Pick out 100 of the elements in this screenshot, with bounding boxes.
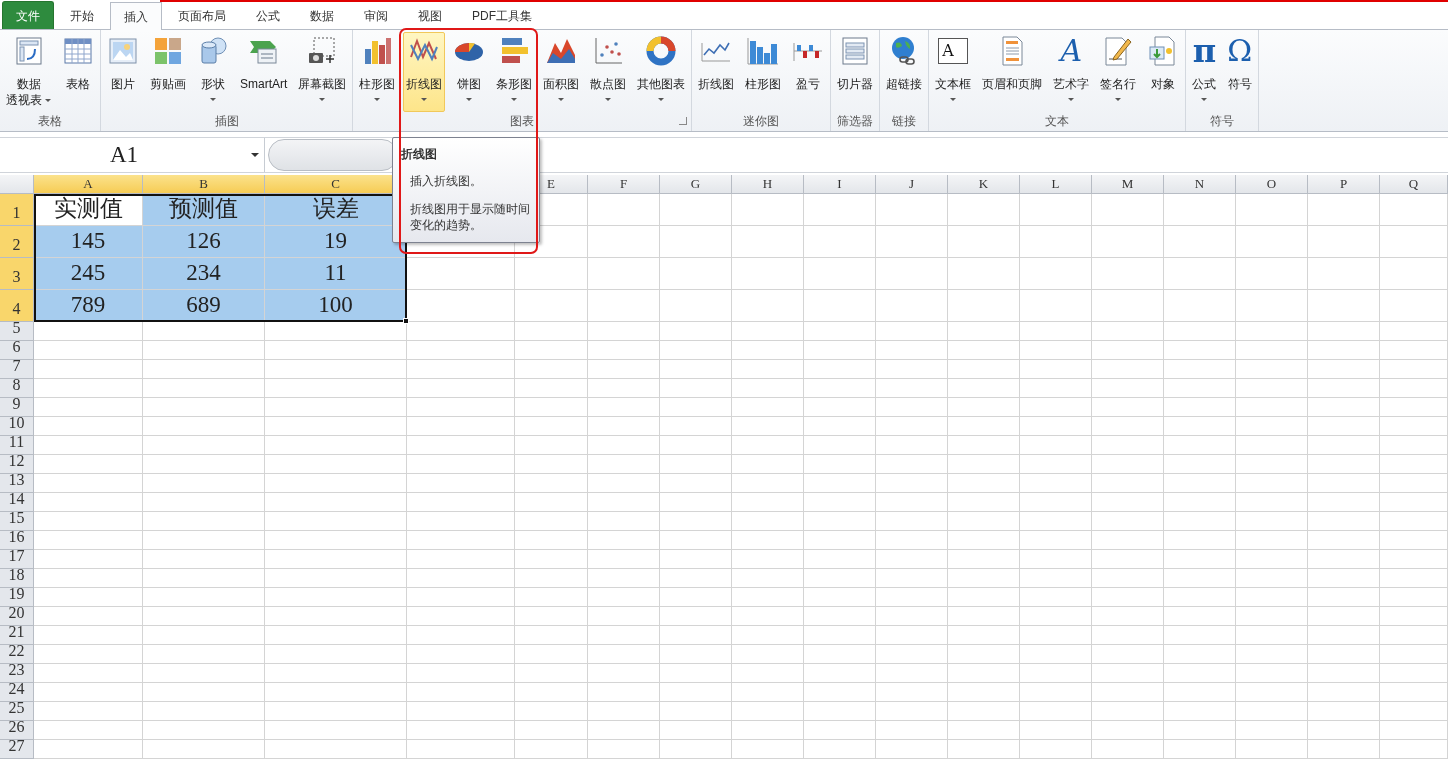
name-box[interactable]: A1 bbox=[0, 138, 265, 172]
ribbon-button[interactable]: 剪贴画 bbox=[147, 32, 189, 112]
tooltip-text: 插入折线图。 bbox=[410, 173, 483, 189]
column-header[interactable]: F bbox=[588, 175, 660, 194]
ribbon-button[interactable]: 散点图 bbox=[587, 32, 630, 112]
ribbon-button[interactable]: A 艺术字 bbox=[1050, 32, 1093, 112]
ribbon-button[interactable]: 条形图 bbox=[493, 32, 536, 112]
row-header[interactable]: 25 bbox=[0, 702, 34, 721]
glyph: A bbox=[1060, 35, 1083, 67]
ribbon-button[interactable]: π 公式 bbox=[1189, 32, 1220, 112]
ribbon-button[interactable]: 其他图表 bbox=[634, 32, 689, 112]
ribbon-button[interactable]: 表格 bbox=[59, 32, 97, 112]
row-header[interactable]: 5 bbox=[0, 322, 34, 341]
ribbon-tab[interactable]: PDF工具集 bbox=[458, 1, 546, 29]
row-header[interactable]: 2 bbox=[0, 226, 34, 258]
ribbon-tab[interactable]: 视图 bbox=[404, 1, 456, 29]
ribbon-tab[interactable]: 插入 bbox=[110, 2, 162, 30]
scatter-chart-icon bbox=[592, 35, 625, 67]
ribbon-button[interactable]: Ω 符号 bbox=[1224, 32, 1256, 112]
table-cell: 234 bbox=[143, 258, 265, 290]
row-header[interactable]: 24 bbox=[0, 683, 34, 702]
glyph: π bbox=[1192, 35, 1217, 67]
select-all-corner[interactable] bbox=[0, 175, 34, 194]
ribbon-button[interactable]: 盈亏 bbox=[789, 32, 828, 112]
row-header[interactable]: 18 bbox=[0, 569, 34, 588]
row-header[interactable]: 9 bbox=[0, 398, 34, 417]
column-header[interactable]: A bbox=[34, 175, 143, 194]
row-header[interactable]: 15 bbox=[0, 512, 34, 531]
ribbon-button[interactable]: 切片器 bbox=[834, 32, 877, 112]
file-tab[interactable]: 文件 bbox=[2, 1, 54, 29]
column-header[interactable]: J bbox=[876, 175, 948, 194]
tooltip-title: 折线图 bbox=[401, 146, 438, 163]
group-label: 图表 bbox=[510, 113, 535, 130]
row-header[interactable]: 16 bbox=[0, 531, 34, 550]
column-header[interactable]: N bbox=[1164, 175, 1236, 194]
column-header[interactable]: I bbox=[804, 175, 876, 194]
column-header[interactable]: Q bbox=[1380, 175, 1448, 194]
row-header[interactable]: 3 bbox=[0, 258, 34, 290]
ribbon-button[interactable]: 柱形图 bbox=[742, 32, 785, 112]
ribbon-button[interactable]: 形状 bbox=[194, 32, 232, 112]
group-label: 链接 bbox=[892, 113, 917, 130]
row-header[interactable]: 10 bbox=[0, 417, 34, 436]
row-header[interactable]: 26 bbox=[0, 721, 34, 740]
column-header[interactable]: G bbox=[660, 175, 732, 194]
ribbon-tab[interactable]: 审阅 bbox=[350, 1, 402, 29]
column-header[interactable]: B bbox=[143, 175, 265, 194]
ribbon-tab[interactable]: 数据 bbox=[296, 1, 348, 29]
ribbon-button[interactable]: 数据 透视表 bbox=[3, 32, 54, 112]
ribbon-button[interactable]: 图片 bbox=[104, 32, 142, 112]
ribbon-button[interactable]: 超链接 bbox=[883, 32, 926, 112]
group-label: 表格 bbox=[38, 113, 62, 130]
row-header[interactable]: 4 bbox=[0, 290, 34, 322]
row-header[interactable]: 20 bbox=[0, 607, 34, 626]
row-header[interactable]: 12 bbox=[0, 455, 34, 474]
table-cell: 19 bbox=[265, 226, 407, 258]
column-header[interactable]: O bbox=[1236, 175, 1308, 194]
row-header[interactable]: 8 bbox=[0, 379, 34, 398]
table-icon bbox=[62, 35, 94, 67]
ribbon-tab[interactable]: 公式 bbox=[242, 1, 294, 29]
glyph: Ω bbox=[1227, 35, 1253, 67]
row-header[interactable]: 7 bbox=[0, 360, 34, 379]
column-header[interactable]: M bbox=[1092, 175, 1164, 194]
row-header[interactable]: 1 bbox=[0, 194, 34, 226]
row-header[interactable]: 22 bbox=[0, 645, 34, 664]
glyph: A bbox=[938, 38, 969, 64]
row-header[interactable]: 14 bbox=[0, 493, 34, 512]
group-label: 筛选器 bbox=[837, 113, 874, 130]
ribbon-button[interactable]: 页眉和页脚 bbox=[979, 32, 1046, 112]
sparkline-column-icon bbox=[747, 35, 780, 67]
ribbon-button[interactable]: 面积图 bbox=[540, 32, 583, 112]
ribbon-tab[interactable]: 开始 bbox=[56, 1, 108, 29]
row-header[interactable]: 19 bbox=[0, 588, 34, 607]
dialog-launcher-icon[interactable] bbox=[679, 117, 688, 125]
table-cell: 100 bbox=[265, 290, 407, 322]
column-header[interactable]: L bbox=[1020, 175, 1092, 194]
ribbon-button[interactable]: 签名行 bbox=[1097, 32, 1140, 112]
group-label: 文本 bbox=[1045, 113, 1070, 130]
ribbon-button[interactable]: 对象 bbox=[1144, 32, 1183, 112]
ribbon-button[interactable]: 屏幕截图 bbox=[295, 32, 350, 112]
row-header[interactable]: 13 bbox=[0, 474, 34, 493]
ribbon-button[interactable]: 柱形图 bbox=[356, 32, 399, 112]
ribbon-button[interactable]: 折线图 bbox=[403, 32, 446, 112]
ribbon-button[interactable]: 饼图 bbox=[450, 32, 489, 112]
ribbon-button[interactable]: 折线图 bbox=[695, 32, 738, 112]
row-header[interactable]: 17 bbox=[0, 550, 34, 569]
column-header[interactable]: K bbox=[948, 175, 1020, 194]
table-cell: 789 bbox=[34, 290, 143, 322]
column-header[interactable]: H bbox=[732, 175, 804, 194]
group-label: 迷你图 bbox=[743, 113, 780, 130]
ribbon-button[interactable]: SmartArt bbox=[237, 32, 291, 112]
ribbon-tab[interactable]: 页面布局 bbox=[164, 1, 240, 29]
row-header[interactable]: 6 bbox=[0, 341, 34, 360]
caret-icon bbox=[251, 153, 259, 157]
row-header[interactable]: 23 bbox=[0, 664, 34, 683]
ribbon-button[interactable]: A 文本框 bbox=[932, 32, 975, 112]
row-header[interactable]: 11 bbox=[0, 436, 34, 455]
group-label: 符号 bbox=[1210, 113, 1235, 130]
row-header[interactable]: 21 bbox=[0, 626, 34, 645]
row-header[interactable]: 27 bbox=[0, 740, 34, 759]
column-header[interactable]: P bbox=[1308, 175, 1380, 194]
